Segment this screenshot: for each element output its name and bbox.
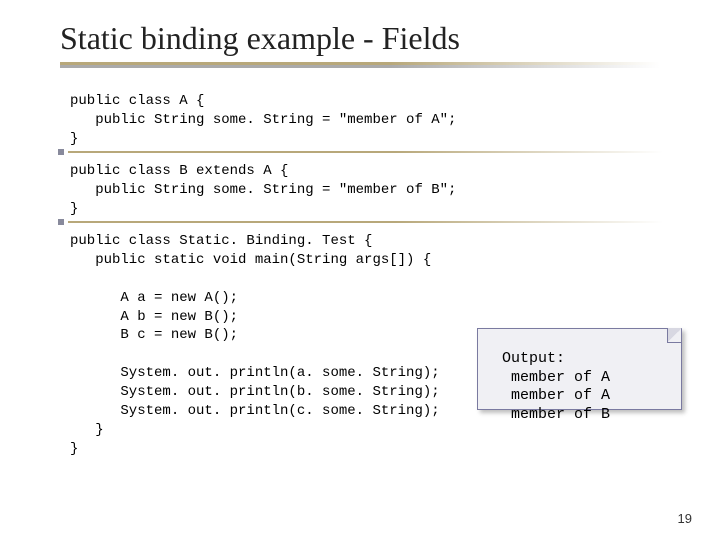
page-curl-icon (667, 328, 682, 343)
output-box: Output: member of A member of A member o… (477, 328, 682, 410)
code-class-b: public class B extends A { public String… (70, 162, 456, 219)
output-line-1: member of A (511, 369, 610, 386)
slide-title: Static binding example - Fields (60, 20, 460, 57)
separator-2 (58, 220, 663, 223)
code-class-a: public class A { public String some. Str… (70, 92, 456, 149)
page-number: 19 (678, 511, 692, 526)
separator-1 (58, 150, 663, 153)
output-line-2: member of A (511, 387, 610, 404)
output-heading: Output: (502, 350, 565, 367)
title-underline (60, 62, 660, 68)
output-line-3: member of B (511, 406, 610, 423)
code-main: public class Static. Binding. Test { pub… (70, 232, 440, 459)
